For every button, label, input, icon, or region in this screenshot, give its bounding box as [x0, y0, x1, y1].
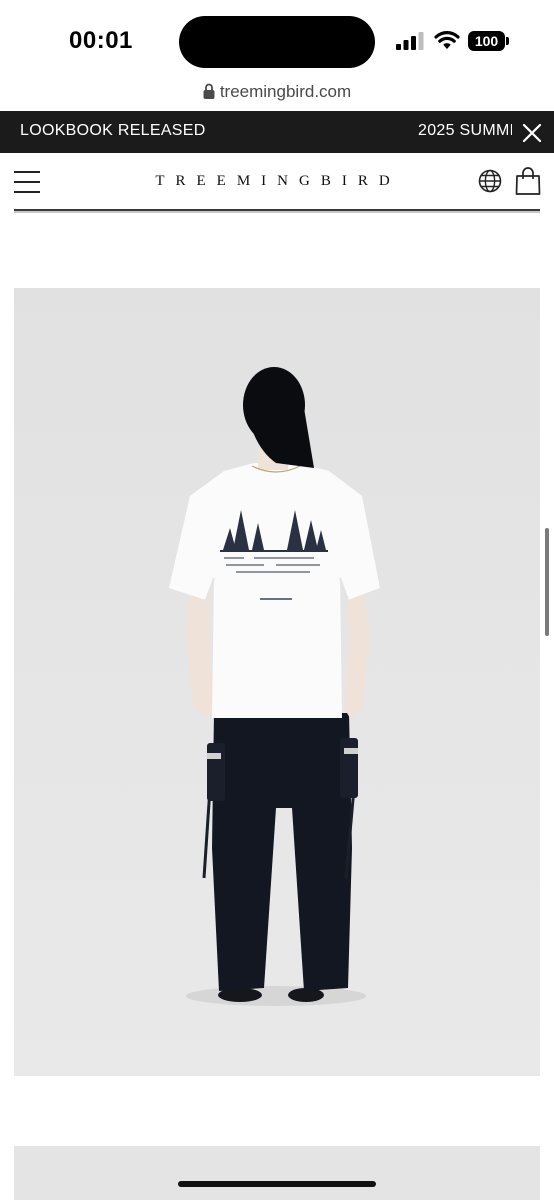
status-time: 00:01 — [69, 27, 133, 54]
model-photo-illustration — [169, 367, 380, 1006]
close-icon[interactable] — [519, 120, 545, 146]
scrollbar[interactable] — [545, 528, 549, 636]
address-bar[interactable]: treemingbird.com — [0, 82, 554, 106]
product-image[interactable] — [14, 288, 540, 1076]
header-divider — [14, 209, 540, 213]
url-text: treemingbird.com — [219, 82, 352, 101]
site-header: TREEMINGBIRD — [0, 153, 554, 211]
shopping-bag-icon[interactable] — [515, 167, 541, 195]
cellular-signal-icon — [396, 32, 424, 50]
dynamic-island — [179, 16, 375, 68]
battery-level: 100 — [468, 31, 505, 51]
home-indicator[interactable] — [178, 1181, 376, 1187]
next-product-image[interactable] — [14, 1146, 540, 1200]
announcement-message[interactable]: 2025 SUMMER — [418, 122, 512, 140]
lock-icon — [203, 83, 215, 99]
announcement-bar: LOOKBOOK RELEASED 2025 SUMMER — [0, 111, 554, 153]
announcement-message[interactable]: LOOKBOOK RELEASED — [20, 122, 206, 140]
globe-icon[interactable] — [478, 169, 502, 193]
wifi-icon — [434, 31, 460, 49]
brand-logo[interactable]: TREEMINGBIRD — [0, 173, 554, 190]
battery-icon: 100 — [468, 31, 510, 51]
status-bar: 00:01 100 — [0, 0, 554, 80]
